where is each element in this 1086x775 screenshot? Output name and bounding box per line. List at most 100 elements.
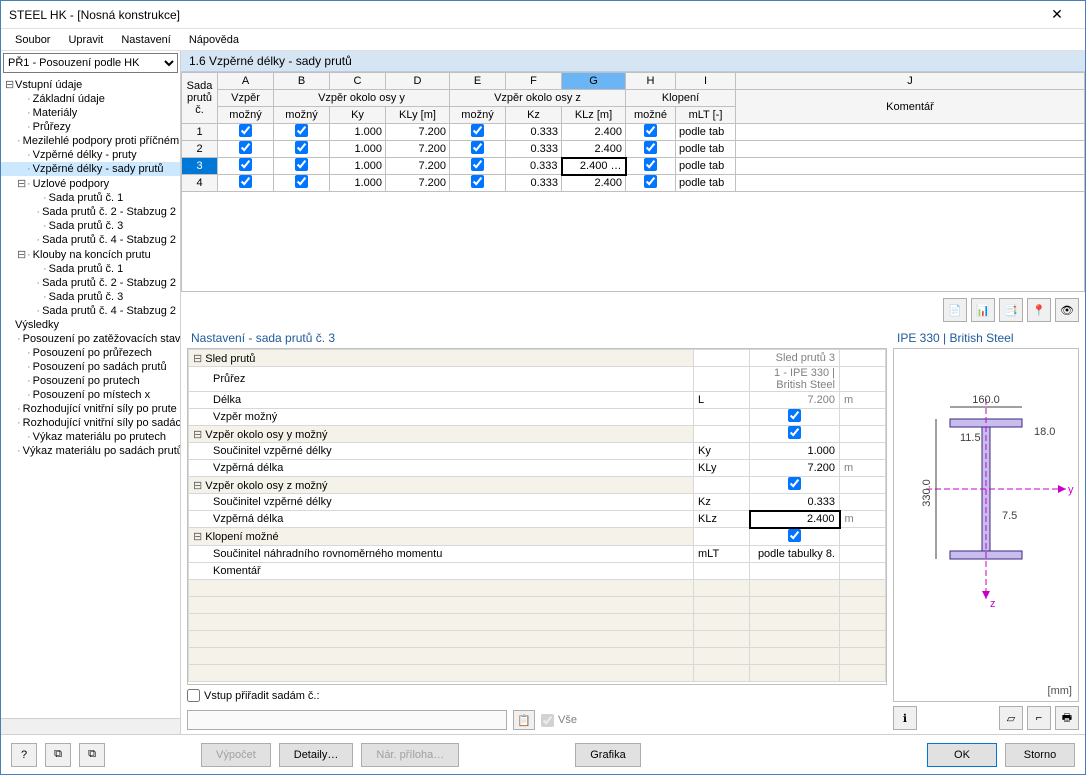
tree-item[interactable]: ·Posouzení po sadách prutů bbox=[1, 360, 180, 374]
tree-item[interactable]: ·Rozhodující vnitřní síly po sadác bbox=[1, 416, 180, 430]
tool-export-1[interactable]: 📄 bbox=[943, 298, 967, 322]
tree-item[interactable]: ·Vzpěrné délky - sady prutů bbox=[1, 162, 180, 176]
prop-row[interactable]: Součinitel vzpěrné délkyKz0.333 bbox=[189, 494, 886, 511]
menu-soubor[interactable]: Soubor bbox=[7, 32, 58, 48]
check[interactable] bbox=[295, 141, 308, 154]
prop-row[interactable]: Vzpěr okolo osy z možný bbox=[189, 477, 886, 494]
check[interactable] bbox=[644, 124, 657, 137]
menu-bar: SouborUpravitNastaveníNápověda bbox=[1, 29, 1085, 51]
table-row[interactable]: 41.0007.2000.3332.400podle tab bbox=[182, 175, 1085, 192]
graphics-button[interactable]: Grafika bbox=[575, 743, 640, 767]
check[interactable] bbox=[239, 158, 252, 171]
check[interactable] bbox=[644, 158, 657, 171]
prop-row[interactable]: Sled prutůSled prutů 3 bbox=[189, 350, 886, 367]
check[interactable] bbox=[239, 141, 252, 154]
tree-item[interactable]: ·Sada prutů č. 1 bbox=[1, 191, 180, 205]
prev-button[interactable]: ⧉ bbox=[45, 743, 71, 767]
tree-item[interactable]: ·Posouzení po zatěžovacích stav bbox=[1, 332, 180, 346]
cancel-button[interactable]: Storno bbox=[1005, 743, 1075, 767]
property-grid[interactable]: Sled prutůSled prutů 3Průřez1 - IPE 330 … bbox=[187, 348, 887, 685]
tool-view[interactable]: 👁 bbox=[1055, 298, 1079, 322]
sidebar: PŘ1 - Posouzení podle HK ⊟Vstupní údaje·… bbox=[1, 51, 181, 734]
tree-item[interactable]: ·Výkaz materiálu po prutech bbox=[1, 430, 180, 444]
menu-nastavení[interactable]: Nastavení bbox=[113, 32, 179, 48]
sidebar-hscroll[interactable] bbox=[1, 718, 180, 734]
check[interactable] bbox=[644, 175, 657, 188]
check[interactable] bbox=[471, 175, 484, 188]
view-print-button[interactable]: 🖶 bbox=[1055, 706, 1079, 730]
assign-pick-button[interactable]: 📋 bbox=[513, 710, 535, 730]
check[interactable] bbox=[295, 124, 308, 137]
menu-nápověda[interactable]: Nápověda bbox=[181, 32, 247, 48]
tree-item[interactable]: ⊟·Klouby na koncích prutu bbox=[1, 247, 180, 262]
prop-row[interactable]: Vzpěr možný bbox=[189, 409, 886, 426]
check[interactable] bbox=[295, 158, 308, 171]
tool-export-3[interactable]: 📑 bbox=[999, 298, 1023, 322]
check[interactable] bbox=[295, 175, 308, 188]
close-button[interactable]: ✕ bbox=[1037, 2, 1077, 28]
tree-item[interactable]: ⊟·Uzlové podpory bbox=[1, 176, 180, 191]
tree-item[interactable]: ·Mezilehlé podpory proti příčném bbox=[1, 134, 180, 148]
table-row[interactable]: 31.0007.2000.3332.400 …podle tab bbox=[182, 158, 1085, 175]
calculate-button[interactable]: Výpočet bbox=[201, 743, 271, 767]
check[interactable] bbox=[644, 141, 657, 154]
prop-check[interactable] bbox=[788, 477, 801, 490]
tree-item[interactable]: ·Vzpěrné délky - pruty bbox=[1, 148, 180, 162]
tool-pick[interactable]: 📍 bbox=[1027, 298, 1051, 322]
help-button[interactable]: ? bbox=[11, 743, 37, 767]
tree-item[interactable]: ·Posouzení po místech x bbox=[1, 388, 180, 402]
tree-item[interactable]: ·Sada prutů č. 1 bbox=[1, 262, 180, 276]
prop-row[interactable]: Vzpěrná délkaKLz2.400m bbox=[189, 511, 886, 528]
tree-item[interactable]: Výsledky bbox=[1, 318, 180, 332]
tree-item[interactable]: ·Sada prutů č. 4 - Stabzug 2 bbox=[1, 304, 180, 318]
prop-row[interactable]: Komentář bbox=[189, 562, 886, 579]
tree-item[interactable]: ·Sada prutů č. 2 - Stabzug 2 bbox=[1, 205, 180, 219]
prop-check[interactable] bbox=[788, 529, 801, 542]
tree-item[interactable]: ·Sada prutů č. 3 bbox=[1, 219, 180, 233]
tool-export-2[interactable]: 📊 bbox=[971, 298, 995, 322]
annex-button[interactable]: Nár. příloha… bbox=[361, 743, 459, 767]
tree-item[interactable]: ⊟Vstupní údaje bbox=[1, 77, 180, 92]
tree-item[interactable]: ·Rozhodující vnitřní síly po prute bbox=[1, 402, 180, 416]
tree-item[interactable]: ·Posouzení po prutech bbox=[1, 374, 180, 388]
assign-all-check[interactable] bbox=[541, 714, 554, 727]
check[interactable] bbox=[471, 124, 484, 137]
assign-check[interactable] bbox=[187, 689, 200, 702]
table-row[interactable]: 21.0007.2000.3332.400podle tab bbox=[182, 141, 1085, 158]
tree-item[interactable]: ·Základní údaje bbox=[1, 92, 180, 106]
view-axes-button[interactable]: ⌐ bbox=[1027, 706, 1051, 730]
info-button[interactable]: ℹ bbox=[893, 706, 917, 730]
main-grid[interactable]: Sada prutů č. ABCDEFGHIJ Vzpěr Vzpěr oko… bbox=[181, 72, 1085, 192]
tree-item[interactable]: ·Sada prutů č. 2 - Stabzug 2 bbox=[1, 276, 180, 290]
ok-button[interactable]: OK bbox=[927, 743, 997, 767]
view-3d-button[interactable]: ▱ bbox=[999, 706, 1023, 730]
check[interactable] bbox=[239, 175, 252, 188]
tree-item[interactable]: ·Výkaz materiálu po sadách prutů bbox=[1, 444, 180, 458]
prop-check[interactable] bbox=[788, 426, 801, 439]
check[interactable] bbox=[239, 124, 252, 137]
check[interactable] bbox=[471, 141, 484, 154]
prop-row[interactable]: Klopení možné bbox=[189, 528, 886, 546]
tree-item[interactable]: ·Posouzení po průřezech bbox=[1, 346, 180, 360]
tree-item[interactable]: ·Sada prutů č. 4 - Stabzug 2 bbox=[1, 233, 180, 247]
prop-row[interactable]: Vzpěr okolo osy y možný bbox=[189, 426, 886, 443]
prop-row[interactable]: DélkaL7.200m bbox=[189, 392, 886, 409]
next-button[interactable]: ⧉ bbox=[79, 743, 105, 767]
menu-upravit[interactable]: Upravit bbox=[60, 32, 111, 48]
tree-item[interactable]: ·Průřezy bbox=[1, 120, 180, 134]
details-button[interactable]: Detaily… bbox=[279, 743, 354, 767]
prop-check[interactable] bbox=[788, 409, 801, 422]
prop-row[interactable]: Součinitel vzpěrné délkyKy1.000 bbox=[189, 443, 886, 460]
prop-row[interactable]: Součinitel náhradního rovnoměrného momen… bbox=[189, 545, 886, 562]
assign-input[interactable] bbox=[187, 710, 507, 730]
prop-row[interactable]: Vzpěrná délkaKLy7.200m bbox=[189, 460, 886, 477]
window-title: STEEL HK - [Nosná konstrukce] bbox=[9, 8, 1037, 22]
tree-item[interactable]: ·Materiály bbox=[1, 106, 180, 120]
nav-tree[interactable]: ⊟Vstupní údaje·Základní údaje·Materiály·… bbox=[1, 75, 180, 718]
grid-body: 11.0007.2000.3332.400podle tab21.0007.20… bbox=[182, 124, 1085, 192]
case-combo[interactable]: PŘ1 - Posouzení podle HK bbox=[3, 53, 178, 73]
table-row[interactable]: 11.0007.2000.3332.400podle tab bbox=[182, 124, 1085, 141]
check[interactable] bbox=[471, 158, 484, 171]
tree-item[interactable]: ·Sada prutů č. 3 bbox=[1, 290, 180, 304]
prop-row[interactable]: Průřez1 - IPE 330 | British Steel bbox=[189, 367, 886, 392]
